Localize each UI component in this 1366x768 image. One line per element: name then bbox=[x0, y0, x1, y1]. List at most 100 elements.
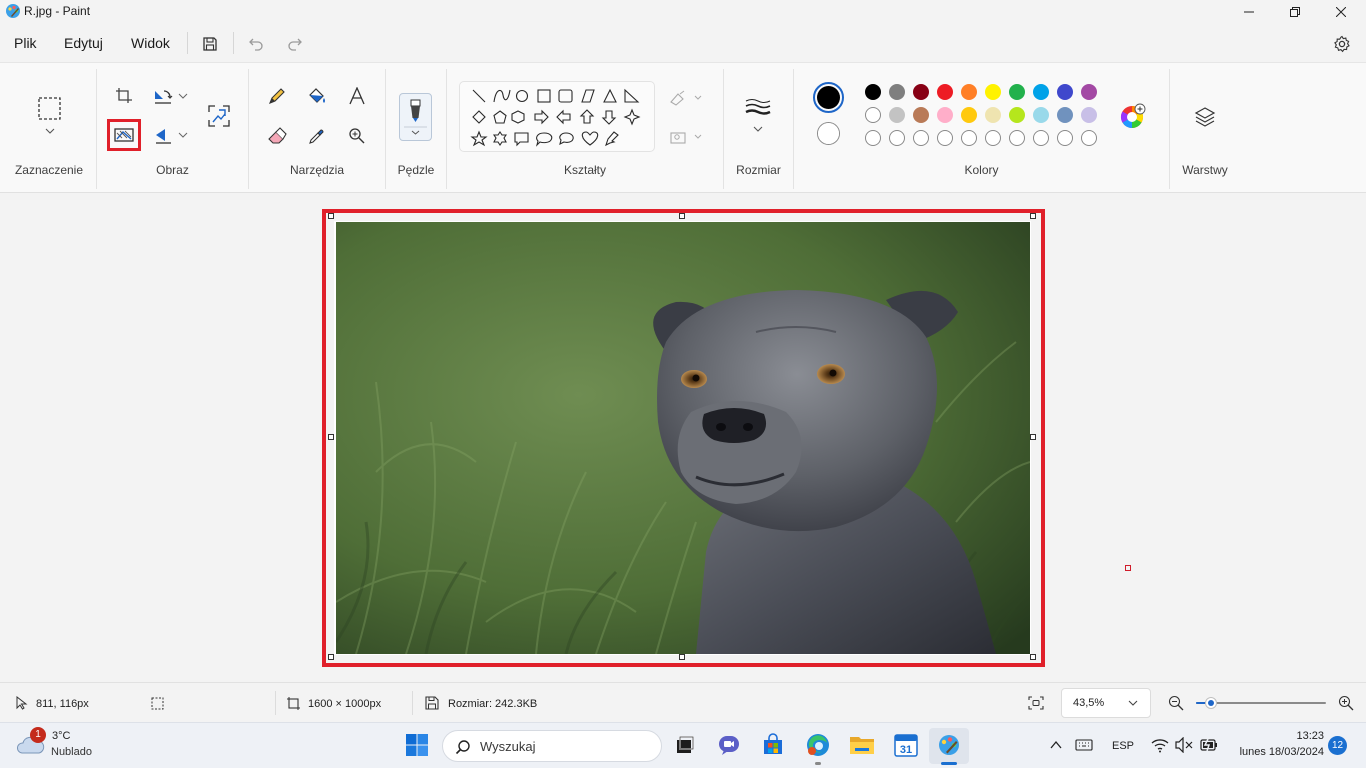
rotate-icon[interactable] bbox=[150, 83, 176, 109]
palette-color-swatch[interactable] bbox=[1081, 107, 1097, 123]
custom-color-slot[interactable] bbox=[961, 130, 977, 146]
battery-charging-icon[interactable] bbox=[1199, 737, 1219, 753]
color-picker-icon[interactable] bbox=[304, 123, 330, 149]
palette-color-swatch[interactable] bbox=[1033, 107, 1049, 123]
clock-time[interactable]: 13:23 bbox=[1230, 730, 1324, 742]
zoom-in-icon[interactable] bbox=[1338, 695, 1354, 711]
edit-colors-icon[interactable] bbox=[1119, 102, 1147, 130]
taskbar-search[interactable]: Wyszukaj bbox=[442, 730, 662, 762]
palette-color-swatch[interactable] bbox=[961, 84, 977, 100]
palette-color-swatch[interactable] bbox=[865, 84, 881, 100]
flip-icon[interactable] bbox=[150, 122, 176, 148]
palette-color-swatch[interactable] bbox=[913, 84, 929, 100]
primary-color-swatch[interactable] bbox=[813, 82, 844, 113]
language-indicator[interactable]: ESP bbox=[1112, 740, 1134, 752]
custom-color-slot[interactable] bbox=[1009, 130, 1025, 146]
shape-fill-icon[interactable] bbox=[669, 129, 703, 145]
palette-color-swatch[interactable] bbox=[937, 107, 953, 123]
palette-color-swatch[interactable] bbox=[985, 107, 1001, 123]
settings-gear-icon[interactable] bbox=[1331, 33, 1353, 55]
custom-color-slot[interactable] bbox=[889, 130, 905, 146]
custom-color-slot[interactable] bbox=[937, 130, 953, 146]
custom-color-slot[interactable] bbox=[1057, 130, 1073, 146]
weather-temperature: 3°C bbox=[52, 730, 71, 742]
volume-muted-icon[interactable] bbox=[1175, 737, 1193, 753]
paint-taskbar-button[interactable] bbox=[929, 728, 969, 764]
palette-color-swatch[interactable] bbox=[937, 84, 953, 100]
windows-start-icon[interactable] bbox=[403, 731, 431, 759]
menu-view[interactable]: Widok bbox=[131, 35, 170, 51]
group-label-brushes: Pędzle bbox=[397, 163, 435, 177]
zoom-thumb-dot bbox=[1208, 700, 1214, 706]
minimize-button[interactable] bbox=[1226, 0, 1272, 24]
chevron-down-icon[interactable] bbox=[178, 92, 188, 100]
select-rectangle-icon[interactable] bbox=[37, 96, 63, 122]
zoom-slider[interactable] bbox=[1196, 696, 1326, 710]
ribbon-toolbar: Zaznaczenie Obraz Narzędzia Pędzle Kszta… bbox=[0, 62, 1366, 193]
menu-edit[interactable]: Edytuj bbox=[64, 35, 103, 51]
save-icon[interactable] bbox=[199, 33, 221, 55]
zoom-dropdown[interactable]: 43,5% bbox=[1061, 688, 1151, 718]
palette-color-swatch[interactable] bbox=[865, 107, 881, 123]
calendar-app-icon[interactable]: 31 bbox=[892, 731, 920, 759]
resize-image-icon[interactable] bbox=[206, 103, 232, 129]
palette-color-swatch[interactable] bbox=[961, 107, 977, 123]
custom-color-slot[interactable] bbox=[1081, 130, 1097, 146]
palette-color-swatch[interactable] bbox=[1009, 107, 1025, 123]
group-label-tools: Narzędzia bbox=[289, 163, 345, 177]
palette-color-swatch[interactable] bbox=[889, 107, 905, 123]
stroke-size-icon[interactable] bbox=[744, 97, 772, 137]
shape-outline-icon[interactable] bbox=[669, 90, 703, 106]
palette-color-swatch[interactable] bbox=[913, 107, 929, 123]
crop-icon[interactable] bbox=[111, 83, 137, 109]
zoom-out-icon[interactable] bbox=[1168, 695, 1184, 711]
layers-icon[interactable] bbox=[1193, 105, 1217, 129]
brush-button[interactable] bbox=[399, 93, 432, 141]
secondary-color-fill bbox=[818, 123, 839, 144]
text-icon[interactable] bbox=[344, 83, 370, 109]
teams-chat-icon[interactable] bbox=[715, 731, 743, 759]
file-explorer-icon[interactable] bbox=[848, 731, 876, 759]
keyboard-icon[interactable] bbox=[1075, 738, 1093, 752]
palette-color-swatch[interactable] bbox=[1081, 84, 1097, 100]
weather-alert-badge: 1 bbox=[30, 727, 46, 743]
fill-bucket-icon[interactable] bbox=[304, 83, 330, 109]
notification-badge[interactable]: 12 bbox=[1328, 736, 1347, 755]
palette-color-swatch[interactable] bbox=[985, 84, 1001, 100]
shapes-gallery bbox=[459, 81, 655, 152]
eraser-icon[interactable] bbox=[264, 123, 290, 149]
palette-color-swatch[interactable] bbox=[889, 84, 905, 100]
redo-icon[interactable] bbox=[284, 33, 306, 55]
maximize-button[interactable] bbox=[1272, 0, 1318, 24]
zoom-slider-thumb[interactable] bbox=[1205, 697, 1217, 709]
magnifier-icon[interactable] bbox=[344, 123, 370, 149]
microsoft-store-icon[interactable] bbox=[759, 731, 787, 759]
active-indicator bbox=[941, 762, 957, 765]
custom-color-slot[interactable] bbox=[1033, 130, 1049, 146]
calendar-day: 31 bbox=[900, 744, 912, 756]
clock-date[interactable]: lunes 18/03/2024 bbox=[1230, 746, 1324, 758]
menu-file[interactable]: Plik bbox=[14, 35, 37, 51]
chevron-up-icon[interactable] bbox=[1049, 738, 1063, 752]
chevron-down-icon[interactable] bbox=[44, 126, 56, 136]
canvas-size-icon bbox=[287, 697, 300, 710]
palette-color-swatch[interactable] bbox=[1057, 84, 1073, 100]
secondary-color-swatch[interactable] bbox=[817, 122, 840, 145]
window-title: R.jpg - Paint bbox=[24, 4, 91, 18]
custom-color-slot[interactable] bbox=[865, 130, 881, 146]
fit-to-window-icon[interactable] bbox=[1028, 696, 1044, 710]
palette-color-swatch[interactable] bbox=[1033, 84, 1049, 100]
close-button[interactable] bbox=[1318, 0, 1364, 24]
task-view-icon[interactable] bbox=[670, 731, 698, 759]
custom-color-slot[interactable] bbox=[913, 130, 929, 146]
pencil-icon[interactable] bbox=[264, 83, 290, 109]
palette-color-swatch[interactable] bbox=[1057, 107, 1073, 123]
chevron-down-icon[interactable] bbox=[178, 131, 188, 139]
undo-icon[interactable] bbox=[245, 33, 267, 55]
wifi-icon[interactable] bbox=[1151, 737, 1169, 753]
menu-bar: Plik Edytuj Widok bbox=[0, 26, 1366, 62]
edge-browser-icon[interactable] bbox=[804, 731, 832, 759]
palette-color-swatch[interactable] bbox=[1009, 84, 1025, 100]
custom-color-slot[interactable] bbox=[985, 130, 1001, 146]
selection-size-icon bbox=[151, 697, 164, 710]
